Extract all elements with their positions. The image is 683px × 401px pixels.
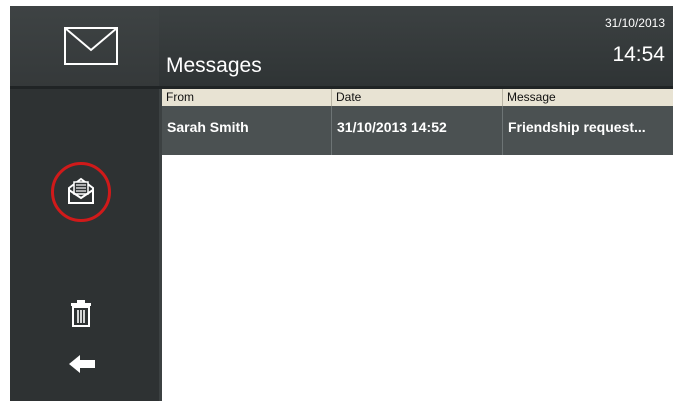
open-mail-icon: [68, 177, 94, 204]
page-title: Messages: [166, 54, 262, 77]
current-time: 14:54: [612, 43, 665, 66]
cell-from: Sarah Smith: [162, 106, 332, 155]
current-date: 31/10/2013: [604, 16, 665, 30]
delete-button[interactable]: [70, 299, 92, 327]
back-arrow-icon: [69, 355, 95, 373]
cell-date: 31/10/2013 14:52: [332, 106, 503, 155]
mail-tab[interactable]: [10, 6, 159, 86]
messages-screen: Messages 31/10/2013 14:54 From Date Mess…: [10, 6, 673, 401]
table-row[interactable]: Sarah Smith 31/10/2013 14:52 Friendship …: [162, 106, 673, 155]
sidebar: [10, 89, 159, 401]
back-button[interactable]: [68, 353, 96, 375]
column-header-message[interactable]: Message: [503, 89, 673, 106]
table-header: From Date Message: [162, 89, 673, 106]
envelope-icon[interactable]: [63, 26, 119, 66]
trash-icon: [71, 300, 91, 327]
column-header-from[interactable]: From: [162, 89, 332, 106]
messages-table: From Date Message Sarah Smith 31/10/2013…: [162, 89, 673, 401]
top-bar: Messages 31/10/2013 14:54: [10, 6, 673, 86]
open-message-button[interactable]: [51, 162, 111, 222]
column-header-date[interactable]: Date: [332, 89, 503, 106]
cell-message: Friendship request...: [508, 119, 646, 135]
